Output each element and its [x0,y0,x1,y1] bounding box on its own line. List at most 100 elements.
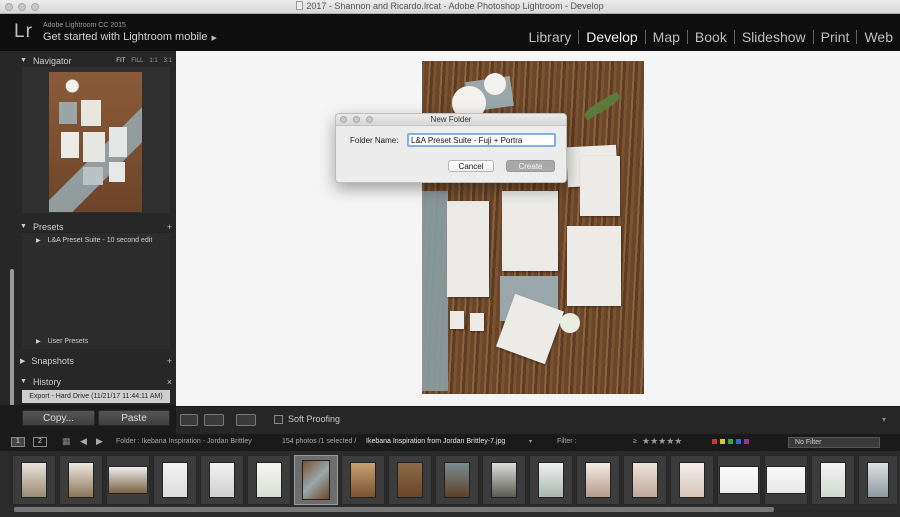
filmstrip-thumbnail[interactable] [811,455,855,505]
module-library[interactable]: Library [522,29,579,45]
primary-window-button[interactable]: 1 [11,437,25,447]
filter-label: Filter : [557,438,577,445]
preset-folder-label: User Presets [47,338,89,345]
mobile-promo-text: Get started with Lightroom mobile [43,31,208,43]
filmstrip-thumbnail[interactable] [529,455,573,505]
filmstrip-thumbnail[interactable] [482,455,526,505]
presets-title: Presets [32,221,64,232]
history-title: History [32,376,61,387]
folder-name-label: Folder Name: [350,136,399,145]
filmstrip-thumbnail[interactable] [858,455,898,505]
soft-proofing-checkbox[interactable] [274,414,283,424]
left-panel-footer: Copy... Paste [0,405,176,434]
collapse-triangle-icon: ▶ [20,357,26,365]
copy-settings-button[interactable]: Copy... [22,410,95,426]
document-icon [296,1,304,10]
zoom-1-1[interactable]: 1:1 [149,58,157,64]
preset-folder-la-suite[interactable]: ▶ L&A Preset Suite - 10 second edit [36,237,152,244]
filmstrip-thumbnail[interactable] [764,455,808,505]
color-filter-red[interactable] [712,439,717,444]
color-filter-blue[interactable] [736,439,741,444]
grid-view-icon[interactable]: ▦ [62,436,71,447]
module-map[interactable]: Map [646,29,687,45]
clear-history-button[interactable]: × [167,377,172,387]
filename-dropdown-icon[interactable]: ▾ [529,438,532,445]
module-develop[interactable]: Develop [579,29,644,45]
loupe-view-icon[interactable] [180,414,198,426]
filmstrip-thumbnail[interactable] [670,455,714,505]
filmstrip-scrollbar[interactable] [14,507,774,512]
image-canvas[interactable] [176,51,900,406]
selected-filename[interactable]: Ikebana Inspiration from Jordan Brittley… [366,438,505,445]
lightroom-logo: Lr [14,21,33,42]
filmstrip-thumbnail[interactable] [341,455,385,505]
dialog-titlebar: New Folder [336,114,566,126]
filmstrip-thumbnail[interactable] [247,455,291,505]
secondary-window-button[interactable]: 2 [33,437,47,447]
color-filter-purple[interactable] [744,439,749,444]
expand-triangle-icon: ▶ [36,238,41,244]
dialog-zoom-button [366,116,373,123]
dialog-minimize-button [353,116,360,123]
create-button[interactable]: Create [506,160,555,172]
navigator-title: Navigator [32,55,72,66]
forward-arrow-icon[interactable]: ▶ [96,436,103,447]
new-folder-dialog: New Folder Folder Name: Cancel Create [335,113,567,183]
history-item[interactable]: Export - Hard Drive (11/21/17 11:44:11 A… [22,390,170,403]
before-after-icon[interactable] [204,414,224,426]
add-preset-button[interactable]: + [167,222,172,232]
filmstrip-thumbnail[interactable] [12,455,56,505]
rating-operator[interactable]: ≥ [633,438,637,445]
dialog-close-button[interactable] [340,116,347,123]
paste-settings-button[interactable]: Paste [98,410,170,426]
filmstrip-thumbnail[interactable] [388,455,432,505]
filmstrip-thumbnail[interactable] [717,455,761,505]
filter-preset-dropdown[interactable]: No Filter [788,437,880,448]
preset-folder-label: L&A Preset Suite - 10 second edit [47,237,153,244]
lightroom-window: 2017 - Shannon and Ricardo.lrcat - Adobe… [0,0,900,517]
module-print[interactable]: Print [814,29,857,45]
folder-name-input[interactable] [407,133,556,147]
history-header[interactable]: ▼ History × [20,374,172,389]
preset-folder-user[interactable]: ▶ User Presets [36,338,88,345]
rating-stars[interactable]: ★★★★★ [642,436,682,447]
collapse-triangle-icon: ▼ [20,378,27,385]
develop-toolbar: Soft Proofing ▾ [176,406,900,434]
navigator-header[interactable]: ▼ Navigator FIT FILL 1:1 3:1 [20,53,172,68]
module-picker: Library Develop Map Book Slideshow Print… [522,28,900,46]
soft-proofing-toggle[interactable]: Soft Proofing [274,414,340,424]
expand-triangle-icon: ▶ [36,339,41,345]
back-arrow-icon[interactable]: ◀ [80,436,87,447]
filmstrip-thumbnail[interactable] [59,455,103,505]
filmstrip-thumbnail[interactable] [200,455,244,505]
dialog-title: New Folder [430,115,472,124]
mobile-promo-link[interactable]: Get started with Lightroom mobile ▶ [43,31,217,43]
cancel-button[interactable]: Cancel [448,160,494,172]
filmstrip [0,451,900,517]
collapse-triangle-icon: ▼ [20,223,27,230]
add-snapshot-button[interactable]: + [167,356,172,366]
filmstrip-thumbnail-selected[interactable] [294,455,338,505]
snapshots-header[interactable]: ▶ Snapshots + [20,353,172,368]
filmstrip-thumbnail[interactable] [435,455,479,505]
toolbar-menu-chevron-icon[interactable]: ▾ [882,415,886,424]
navigator-preview[interactable] [22,67,170,213]
module-web[interactable]: Web [857,29,900,45]
filmstrip-thumbnail[interactable] [576,455,620,505]
color-filter-green[interactable] [728,439,733,444]
zoom-fill[interactable]: FILL [131,58,143,64]
module-book[interactable]: Book [688,29,734,45]
zoom-3-1[interactable]: 3:1 [164,58,172,64]
filmstrip-thumbnail[interactable] [106,455,150,505]
color-label-filters [712,439,749,444]
before-after-split-icon[interactable] [236,414,256,426]
filmstrip-thumbnail[interactable] [623,455,667,505]
filmstrip-thumbnail[interactable] [153,455,197,505]
navigator-zoom-options: FIT FILL 1:1 3:1 [116,58,172,64]
color-filter-yellow[interactable] [720,439,725,444]
folder-source-label[interactable]: Folder : Ikebana Inspiration - Jordan Br… [116,438,252,445]
module-slideshow[interactable]: Slideshow [735,29,813,45]
play-triangle-icon: ▶ [211,35,217,42]
app-name: Adobe Lightroom CC 2015 [43,22,126,29]
zoom-fit[interactable]: FIT [116,58,125,64]
